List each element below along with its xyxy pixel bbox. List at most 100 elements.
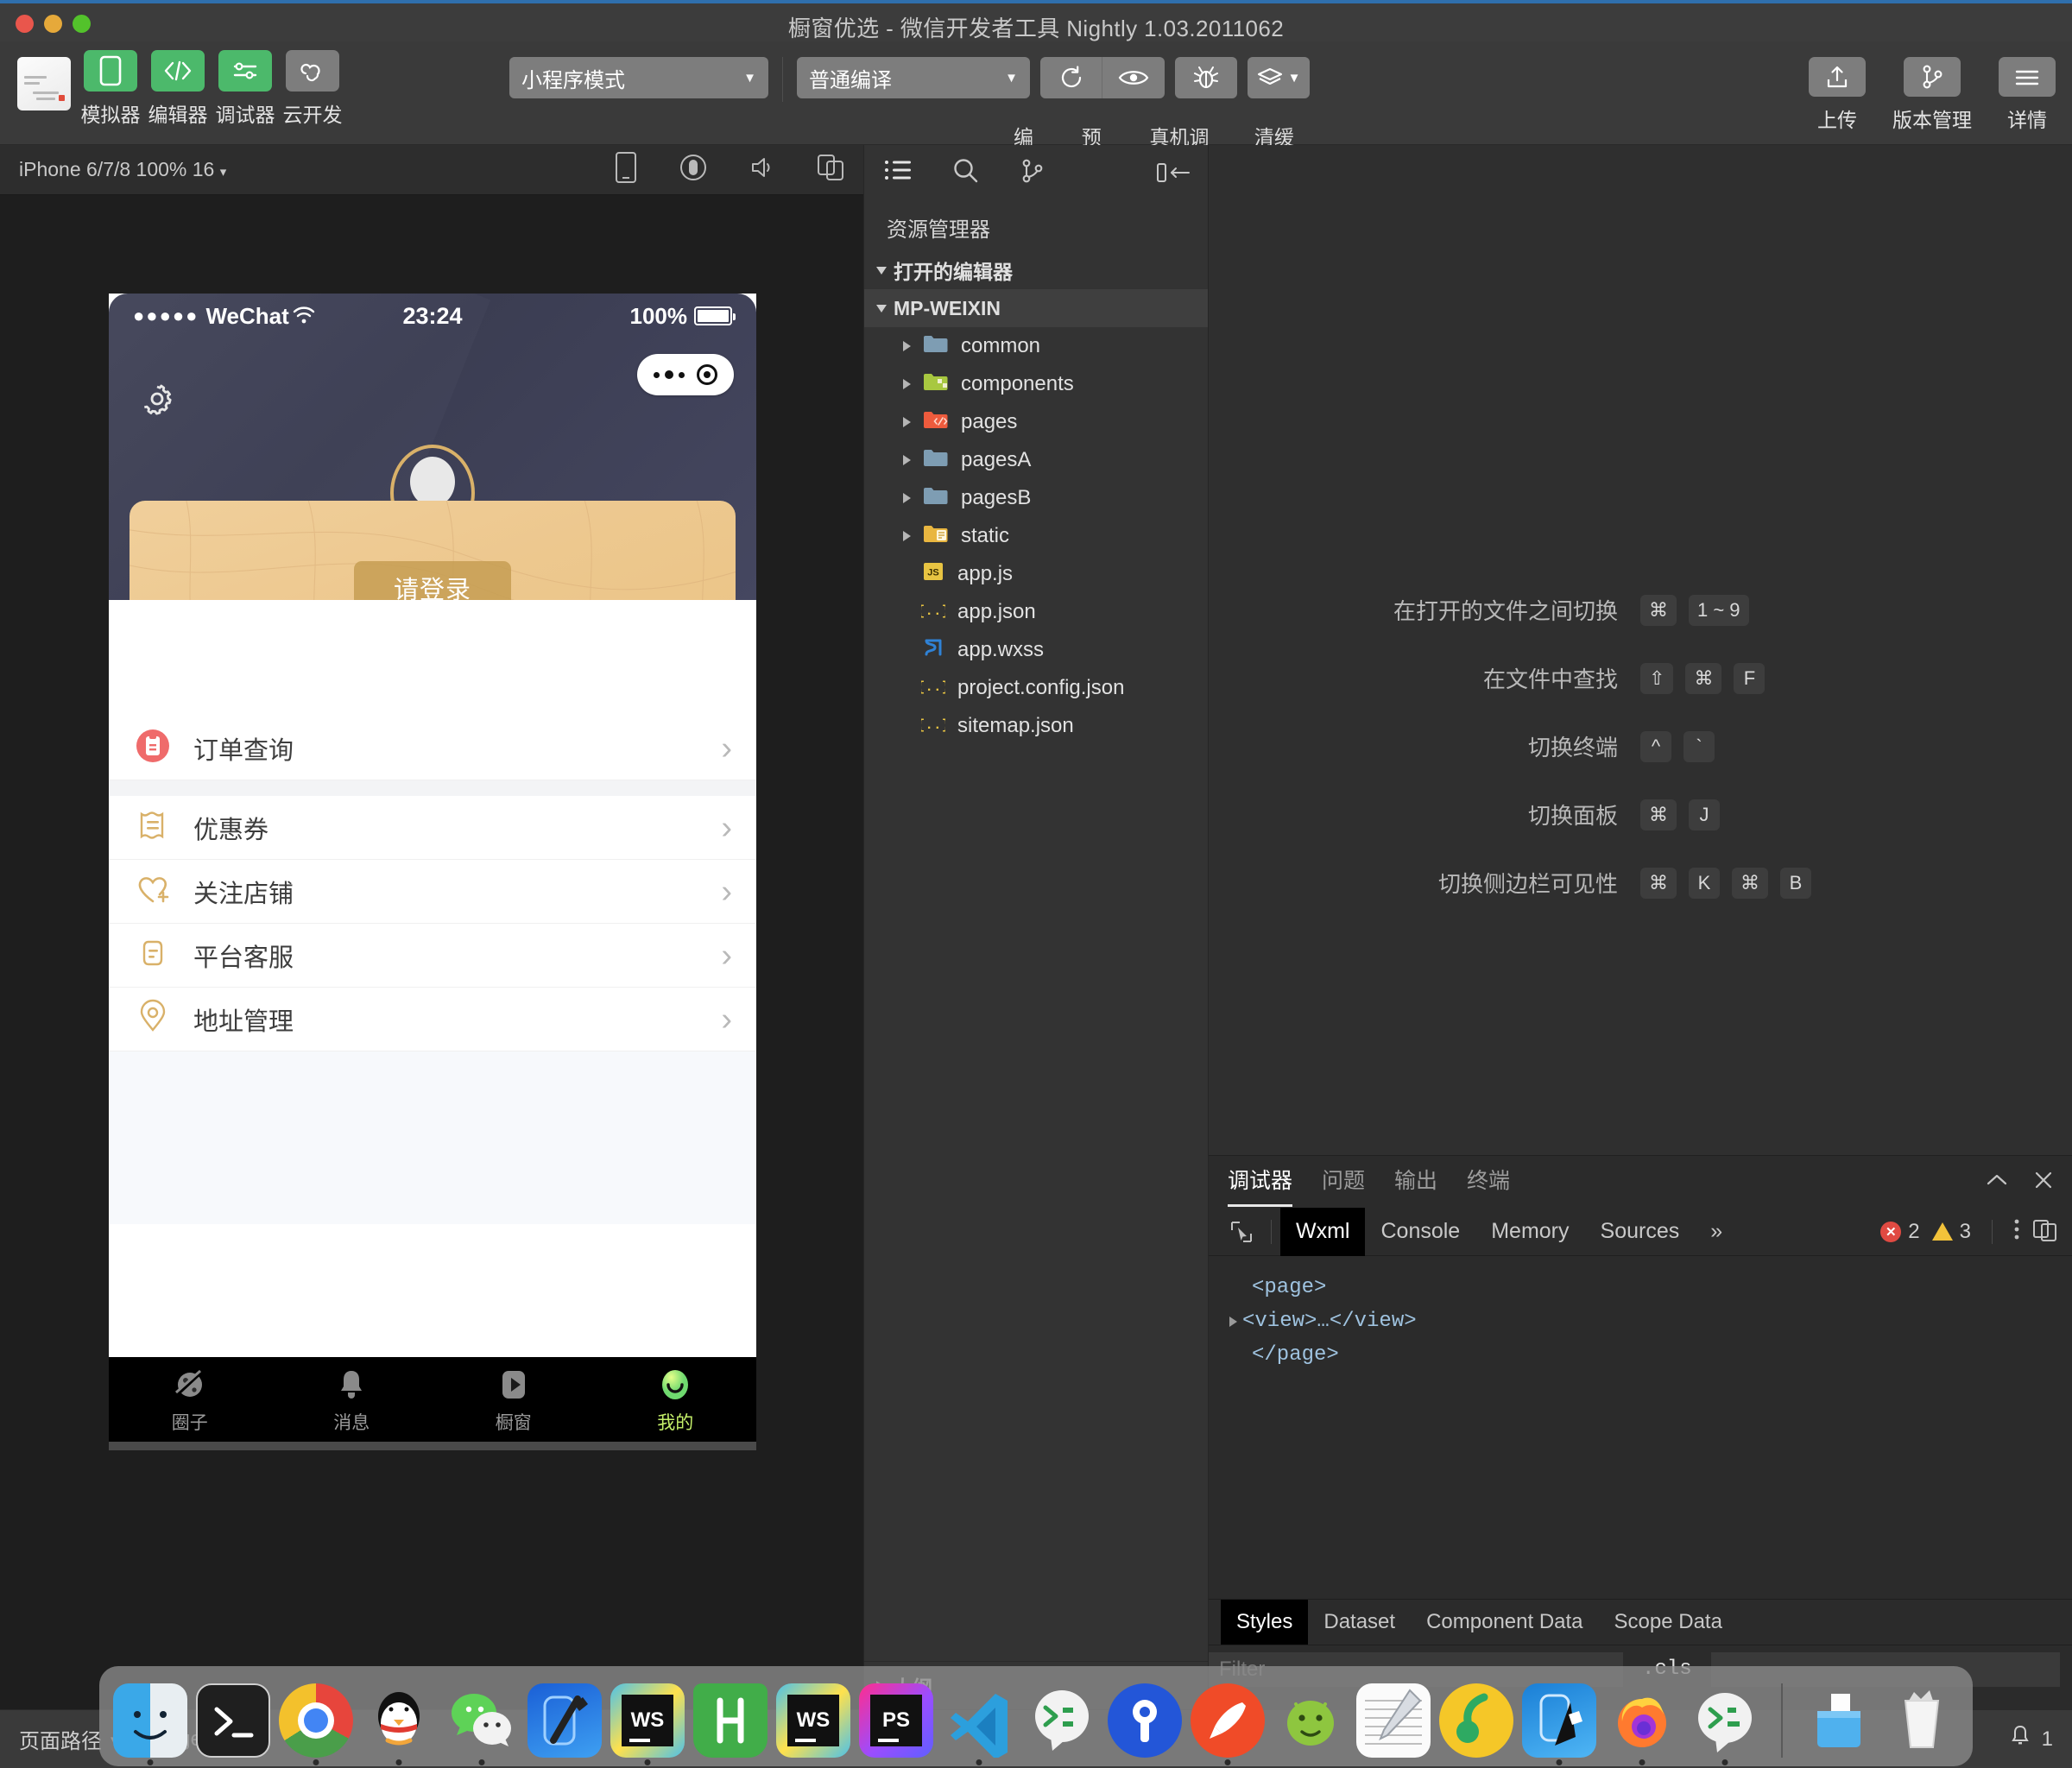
file-row[interactable]: pagesB [864, 479, 1208, 517]
compile-button[interactable] [1040, 57, 1102, 98]
close-icon[interactable] [2034, 1171, 2053, 1194]
dock-panel-icon[interactable] [2032, 1217, 2058, 1246]
tab-messages[interactable]: 消息 [271, 1366, 433, 1435]
dock-item-hbuilder[interactable] [693, 1683, 768, 1758]
toolbar-button-version-control[interactable]: 版本管理 [1880, 57, 1984, 133]
dock-item-hyper[interactable] [1688, 1683, 1762, 1758]
login-button[interactable]: 请登录 [354, 561, 511, 600]
search-icon[interactable] [952, 157, 980, 189]
chevron-right-icon[interactable] [900, 493, 913, 503]
chevron-right-icon[interactable] [900, 531, 913, 541]
dock-item-xcode[interactable] [527, 1683, 602, 1758]
file-row[interactable]: components [864, 365, 1208, 403]
panel-tab-output[interactable]: 输出 [1394, 1164, 1437, 1200]
dock-item-chrome[interactable] [279, 1683, 353, 1758]
styles-tab-styles[interactable]: Styles [1221, 1600, 1308, 1645]
dock-item-vscode[interactable] [942, 1683, 1016, 1758]
file-row[interactable]: common [864, 327, 1208, 365]
inspect-element-icon[interactable] [1221, 1215, 1262, 1249]
file-row[interactable]: static [864, 517, 1208, 555]
device-rotate-icon[interactable] [615, 151, 637, 188]
real-device-debug-button[interactable] [1175, 57, 1237, 98]
toolbar-button-editor[interactable]: 编辑器 [150, 50, 205, 128]
chevron-right-icon[interactable] [900, 455, 913, 465]
panel-tab-debugger[interactable]: 调试器 [1228, 1164, 1292, 1200]
mode-select[interactable]: 小程序模式 ▼ [509, 57, 768, 98]
file-row[interactable]: {..} sitemap.json [864, 707, 1208, 745]
dock-item-android-studio[interactable] [1273, 1683, 1348, 1758]
multi-window-icon[interactable] [817, 154, 844, 186]
explorer-section-open-editors[interactable]: 打开的编辑器 [864, 251, 1208, 289]
wxml-line[interactable]: <view>…</view> [1229, 1305, 2072, 1339]
dock-item-rocket[interactable] [1191, 1683, 1265, 1758]
bell-icon[interactable] [2009, 1724, 2031, 1754]
toolbar-button-details[interactable]: 详情 [1999, 57, 2055, 133]
tab-showcase[interactable]: 橱窗 [433, 1366, 595, 1435]
project-thumbnail[interactable] [17, 57, 71, 110]
chevron-right-icon[interactable] [900, 417, 913, 427]
dock-item-finder[interactable] [113, 1683, 187, 1758]
source-control-icon[interactable] [1020, 157, 1045, 189]
menu-item-customer-service[interactable]: 平台客服 › [109, 924, 756, 988]
dock-item-music[interactable] [1439, 1683, 1513, 1758]
dock-item-firefox[interactable] [1605, 1683, 1679, 1758]
file-row[interactable]: pagesA [864, 441, 1208, 479]
more-options-icon[interactable] [2013, 1217, 2020, 1246]
notification-area[interactable]: 1 [2009, 1724, 2053, 1754]
dock-item-webstorm[interactable]: WS [610, 1683, 685, 1758]
dock-item-terminal[interactable] [196, 1683, 270, 1758]
devtools-tab-sources[interactable]: Sources [1585, 1208, 1696, 1256]
menu-item-coupon[interactable]: 优惠券 › [109, 796, 756, 860]
file-row[interactable]: {..} app.json [864, 593, 1208, 631]
file-row[interactable]: {..} project.config.json [864, 669, 1208, 707]
file-row[interactable]: app.wxss [864, 631, 1208, 669]
collapse-sidebar-icon[interactable] [1156, 161, 1191, 184]
styles-tab-scope-data[interactable]: Scope Data [1599, 1600, 1738, 1645]
devtools-tab-more[interactable]: » [1695, 1208, 1738, 1256]
toolbar-button-debugger[interactable]: 调试器 [218, 50, 273, 128]
warning-badge[interactable]: 3 [1932, 1220, 1971, 1244]
dock-item-webstorm-2[interactable]: WS [776, 1683, 850, 1758]
panel-tab-terminal[interactable]: 终端 [1467, 1164, 1510, 1200]
devtools-tab-memory[interactable]: Memory [1475, 1208, 1584, 1256]
dock-item-1password[interactable] [1108, 1683, 1182, 1758]
wxml-line[interactable]: <page> [1229, 1272, 2072, 1305]
preview-button[interactable] [1102, 57, 1165, 98]
file-row[interactable]: pages [864, 403, 1208, 441]
devtools-tab-wxml[interactable]: Wxml [1280, 1208, 1365, 1256]
wxml-line[interactable]: </page> [1229, 1339, 2072, 1373]
clear-cache-button[interactable]: ▼ [1248, 57, 1310, 98]
menu-item-address-management[interactable]: 地址管理 › [109, 988, 756, 1051]
dock-item-downloads[interactable] [1802, 1683, 1876, 1758]
menu-item-order-query[interactable]: 订单查询 › [109, 717, 756, 780]
dock-item-wechat[interactable] [445, 1683, 519, 1758]
panel-tab-problems[interactable]: 问题 [1322, 1164, 1365, 1200]
dock-item-appstore[interactable] [1522, 1683, 1596, 1758]
toolbar-button-upload[interactable]: 上传 [1810, 57, 1865, 133]
styles-tab-dataset[interactable]: Dataset [1308, 1600, 1411, 1645]
files-icon[interactable] [883, 158, 913, 188]
device-selector[interactable]: iPhone 6/7/8 100% 16 ▾ [19, 158, 226, 181]
dock-item-iterm[interactable] [1025, 1683, 1099, 1758]
dock-item-notes[interactable] [1356, 1683, 1431, 1758]
error-badge[interactable]: ✕ 2 [1880, 1220, 1919, 1244]
tab-profile[interactable]: 我的 [595, 1366, 757, 1435]
gear-icon[interactable] [138, 380, 176, 422]
toolbar-button-simulator[interactable]: 模拟器 [83, 50, 138, 128]
dock-item-phpstorm[interactable]: PS [859, 1683, 933, 1758]
dock-item-trash[interactable] [1885, 1683, 1959, 1758]
toolbar-button-cloud[interactable]: 云开发 [285, 50, 340, 128]
chevron-right-icon[interactable] [900, 379, 913, 389]
file-row[interactable]: JS app.js [864, 555, 1208, 593]
chevron-right-icon[interactable] [900, 341, 913, 351]
menu-item-followed-shops[interactable]: 关注店铺 › [109, 860, 756, 924]
collapse-icon[interactable] [1986, 1173, 2008, 1191]
chevron-right-icon[interactable] [1229, 1317, 1237, 1327]
tab-circle[interactable]: 圈子 [109, 1366, 271, 1435]
explorer-section-project[interactable]: MP-WEIXIN [864, 289, 1208, 327]
wechat-capsule-button[interactable] [637, 354, 734, 395]
dock-item-qq[interactable] [362, 1683, 436, 1758]
styles-tab-component-data[interactable]: Component Data [1411, 1600, 1598, 1645]
close-target-icon[interactable] [697, 364, 717, 385]
record-icon[interactable] [679, 153, 708, 186]
